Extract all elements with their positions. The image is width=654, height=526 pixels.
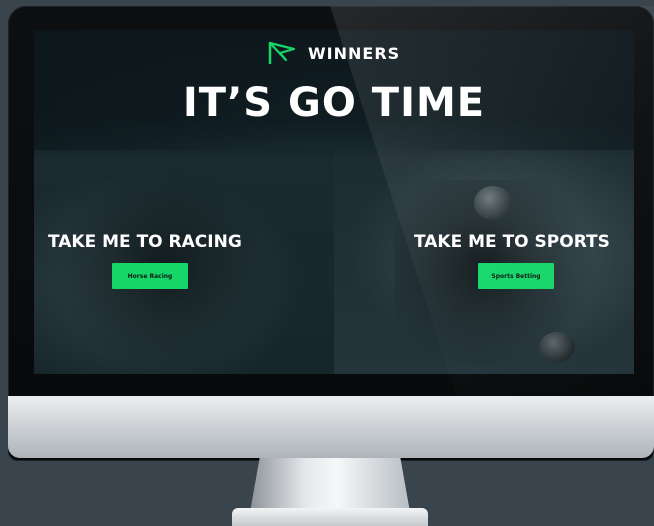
brand-logo[interactable]: WINNERS — [266, 38, 400, 68]
flag-icon — [268, 41, 296, 64]
football-helmet-image — [474, 186, 512, 220]
monitor-chin — [8, 396, 654, 458]
sports-heading: TAKE ME TO SPORTS — [414, 232, 610, 252]
sports-betting-button[interactable]: Sports Betting — [478, 263, 554, 289]
racing-heading: TAKE ME TO RACING — [48, 232, 242, 252]
football-helmet-image-2 — [539, 332, 575, 362]
horse-racing-button[interactable]: Horse Racing — [112, 263, 188, 289]
website-screen: WINNERS IT’S GO TIME TAKE ME TO RACING H… — [34, 30, 634, 374]
brand-name: WINNERS — [308, 43, 401, 63]
hero-title: IT’S GO TIME — [182, 80, 486, 126]
monitor-stand — [250, 458, 410, 512]
monitor-stand-base — [232, 508, 428, 526]
